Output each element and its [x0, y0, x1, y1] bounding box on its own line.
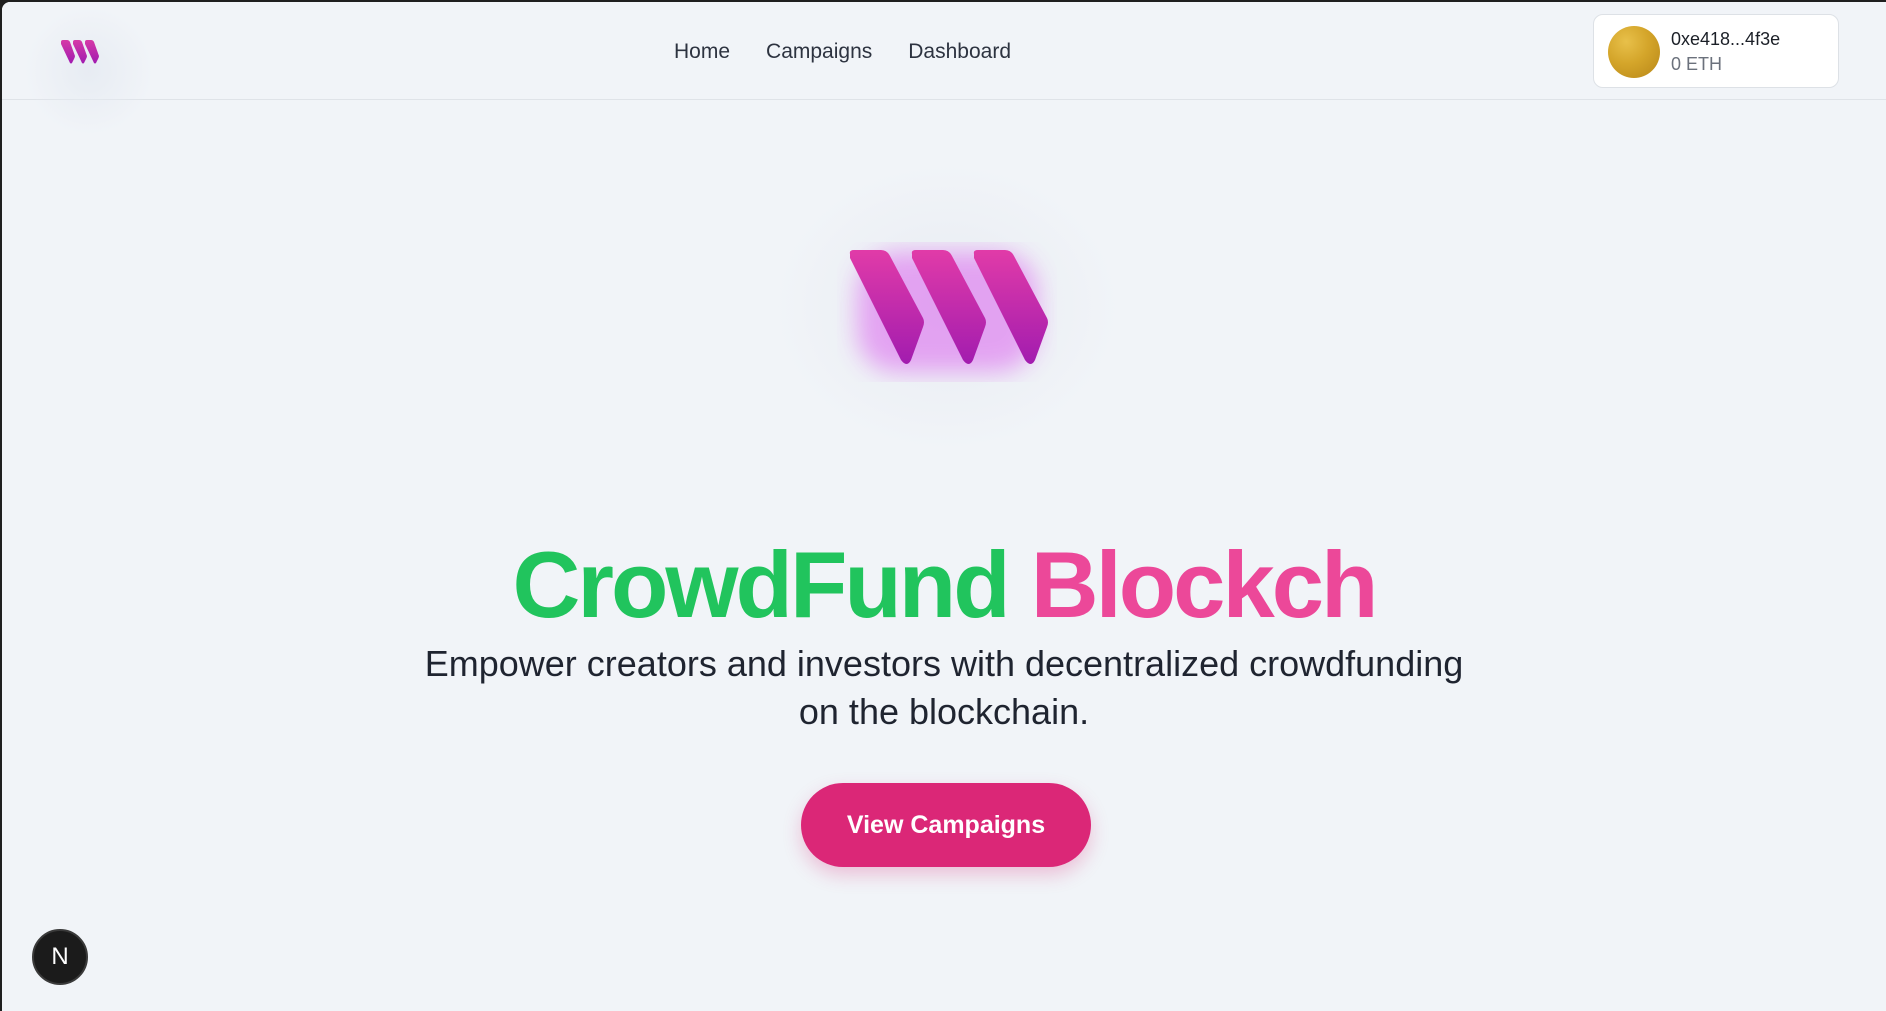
hero-subtitle-line1: Empower creators and investors with dece…: [424, 643, 1464, 684]
main-nav: Home Campaigns Dashboard: [674, 38, 1011, 66]
wallet-balance: 0 ETH: [1671, 54, 1723, 74]
hero-logo-icon: [849, 250, 1048, 372]
nav-link-home[interactable]: Home: [674, 38, 730, 66]
hero-title-part2: Blockch: [1030, 532, 1379, 637]
view-campaigns-button[interactable]: View Campaigns: [801, 783, 1091, 867]
logo-glow: [24, 6, 154, 136]
nextjs-dev-indicator-button[interactable]: N: [32, 929, 88, 985]
nav-link-campaigns[interactable]: Campaigns: [766, 38, 872, 66]
nav-link-dashboard[interactable]: Dashboard: [908, 38, 1011, 66]
brand-logo-icon[interactable]: [60, 40, 100, 64]
hero-subtitle: Empower creators and investors with dece…: [382, 640, 1506, 736]
wallet-address: 0xe418...4f3e: [1671, 29, 1781, 49]
top-navbar: Home Campaigns Dashboard 0xe418...4f3e 0…: [2, 2, 1886, 136]
hero-subtitle-line2: on the blockchain.: [798, 691, 1090, 732]
hero-title-part1: CrowdFund: [512, 532, 1011, 637]
app-window: Home Campaigns Dashboard 0xe418...4f3e 0…: [2, 2, 1886, 1011]
wallet-connect-button[interactable]: 0xe418...4f3e 0 ETH: [1593, 14, 1839, 88]
wallet-avatar: [1608, 26, 1660, 78]
hero-title: CrowdFund Blockch: [2, 530, 1886, 640]
